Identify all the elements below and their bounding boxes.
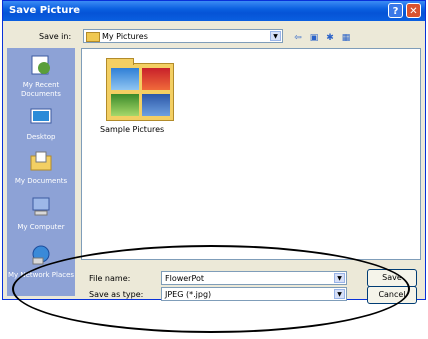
- my-documents-icon: [30, 151, 52, 171]
- desktop-icon: [30, 108, 52, 124]
- up-folder-icon[interactable]: ▣: [307, 32, 321, 44]
- folder-icon: [106, 58, 174, 121]
- save-in-value: My Pictures: [102, 32, 148, 41]
- place-label: My Documents: [14, 177, 68, 185]
- close-button[interactable]: ✕: [406, 3, 421, 18]
- place-label: Desktop: [26, 133, 56, 141]
- back-icon[interactable]: ⇦: [291, 32, 305, 44]
- highlight-oval: [12, 245, 410, 333]
- new-folder-icon[interactable]: ✱: [323, 32, 337, 44]
- chevron-down-icon[interactable]: ▼: [270, 31, 281, 41]
- recent-documents-icon: [31, 55, 50, 75]
- title-bar[interactable]: Save Picture ? ✕: [3, 1, 425, 21]
- file-name-label: Sample Pictures: [100, 125, 165, 134]
- save-in-select[interactable]: My Pictures ▼: [83, 29, 283, 43]
- file-list[interactable]: Sample Pictures: [81, 48, 421, 260]
- place-label: My Recent Documents: [21, 81, 61, 98]
- save-in-label: Save in:: [39, 32, 72, 41]
- place-desktop[interactable]: Desktop: [7, 106, 75, 142]
- my-computer-icon: [32, 197, 50, 216]
- dialog-title: Save Picture: [9, 5, 81, 16]
- place-my-computer[interactable]: My Computer: [7, 196, 75, 232]
- place-label: My Computer: [17, 223, 65, 231]
- folder-icon: [86, 32, 100, 42]
- place-recent-documents[interactable]: My Recent Documents: [7, 54, 75, 99]
- help-button[interactable]: ?: [388, 3, 403, 18]
- place-my-documents[interactable]: My Documents: [7, 150, 75, 186]
- view-menu-icon[interactable]: ▦: [339, 32, 353, 44]
